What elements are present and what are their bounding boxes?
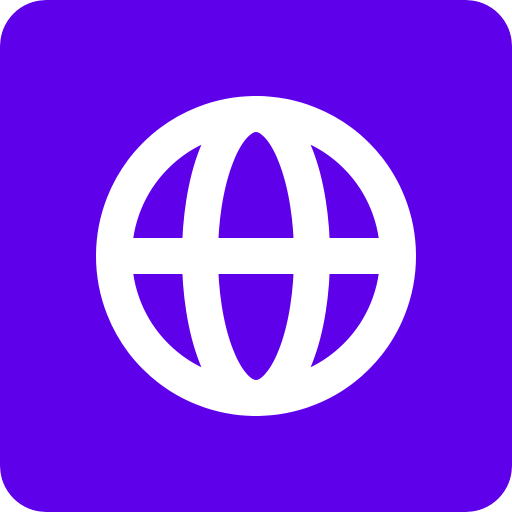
globe-icon bbox=[0, 0, 512, 512]
app-icon-tile bbox=[0, 0, 512, 512]
